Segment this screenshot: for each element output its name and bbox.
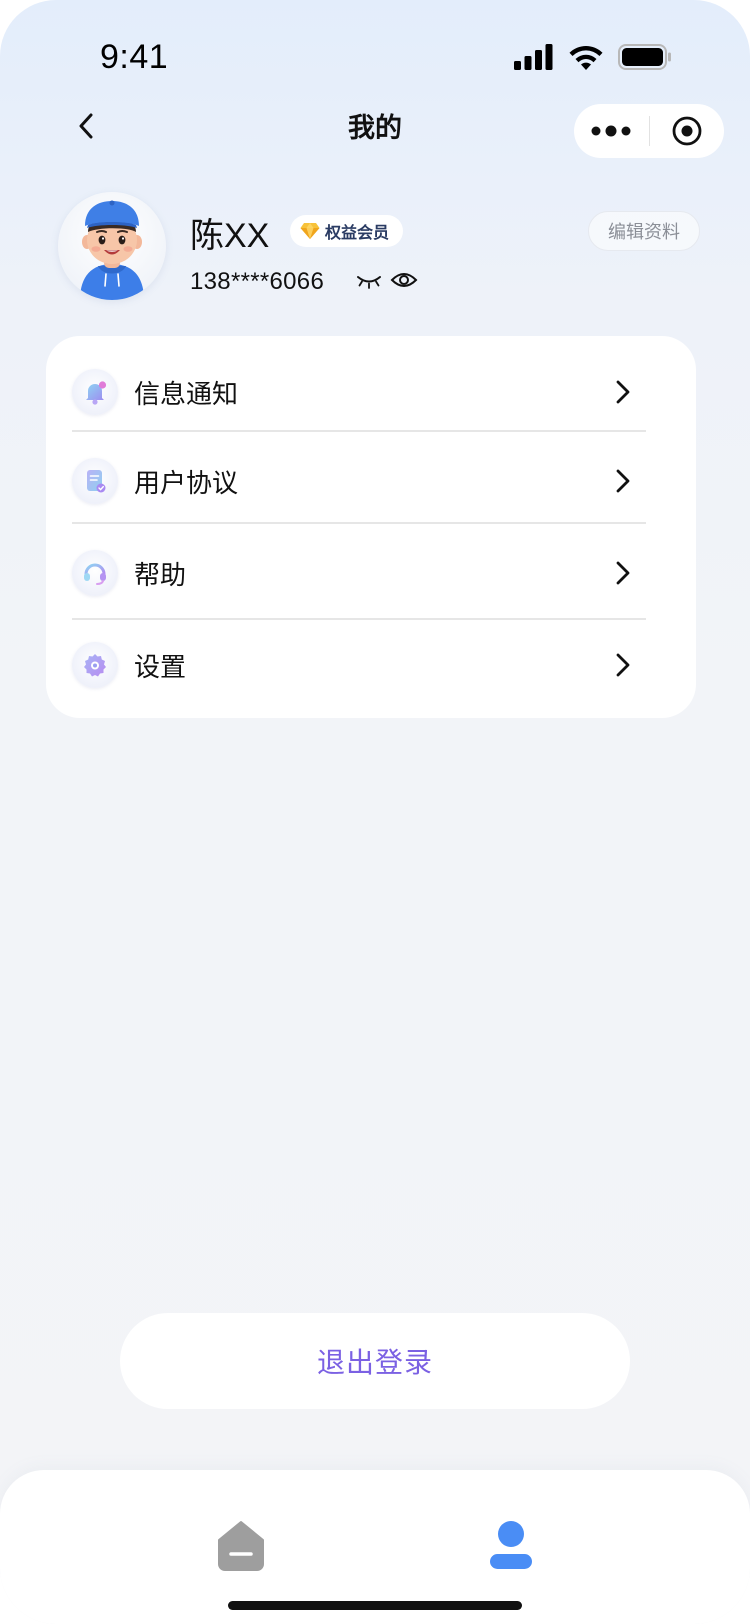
- edit-profile-button[interactable]: 编辑资料: [588, 211, 700, 251]
- gear-icon: [72, 642, 118, 688]
- avatar-illustration-icon: [80, 200, 144, 300]
- menu-item-help[interactable]: 帮助: [72, 528, 646, 618]
- chevron-right-icon: [608, 650, 638, 680]
- phone-number: 138****6066: [190, 268, 325, 295]
- chevron-right-icon: [608, 466, 638, 496]
- membership-badge-label: 权益会员: [325, 223, 390, 242]
- headset-icon: [72, 550, 118, 596]
- chevron-right-icon: [608, 377, 638, 407]
- status-icons: [514, 44, 672, 70]
- avatar[interactable]: [58, 192, 166, 300]
- status-time: 9:41: [100, 38, 169, 76]
- battery-icon: [618, 44, 671, 70]
- menu-item-label: 帮助: [134, 560, 187, 591]
- chevron-right-icon: [608, 558, 638, 588]
- close-target-icon: [672, 116, 702, 146]
- user-name: 陈XX: [190, 217, 270, 255]
- more-button[interactable]: [574, 104, 649, 158]
- menu-item-label: 用户协议: [134, 468, 239, 499]
- logout-button[interactable]: 退出登录: [120, 1313, 630, 1409]
- more-icon: [591, 125, 631, 137]
- status-bar: 9:41: [0, 0, 750, 110]
- eye-closed-icon[interactable]: [356, 272, 382, 290]
- menu-card: 信息通知 用户协议 帮助 设置: [46, 336, 696, 718]
- document-icon: [72, 458, 118, 504]
- wifi-icon: [569, 46, 603, 70]
- menu-item-label: 信息通知: [134, 379, 239, 410]
- menu-divider: [72, 522, 646, 524]
- home-indicator: [228, 1601, 522, 1610]
- mini-program-capsule: [574, 104, 724, 158]
- signal-icon: [514, 44, 553, 70]
- close-mini-program-button[interactable]: [650, 104, 725, 158]
- screen: 9:41 我的 陈XX 权益会员 138****6066 编辑资料 信息通知 用…: [0, 0, 750, 1624]
- menu-item-settings[interactable]: 设置: [72, 620, 646, 710]
- menu-item-notifications[interactable]: 信息通知: [72, 347, 646, 437]
- eye-open-icon[interactable]: [390, 270, 418, 290]
- tab-home[interactable]: [201, 1510, 281, 1580]
- menu-divider: [72, 430, 646, 432]
- bell-icon: [72, 369, 118, 415]
- tab-mine[interactable]: [471, 1510, 551, 1580]
- menu-item-label: 设置: [134, 652, 187, 683]
- menu-item-user-agreement[interactable]: 用户协议: [72, 436, 646, 526]
- diamond-icon: [300, 223, 320, 239]
- home-icon: [218, 1521, 264, 1571]
- membership-badge[interactable]: 权益会员: [290, 215, 404, 247]
- user-icon: [490, 1521, 532, 1569]
